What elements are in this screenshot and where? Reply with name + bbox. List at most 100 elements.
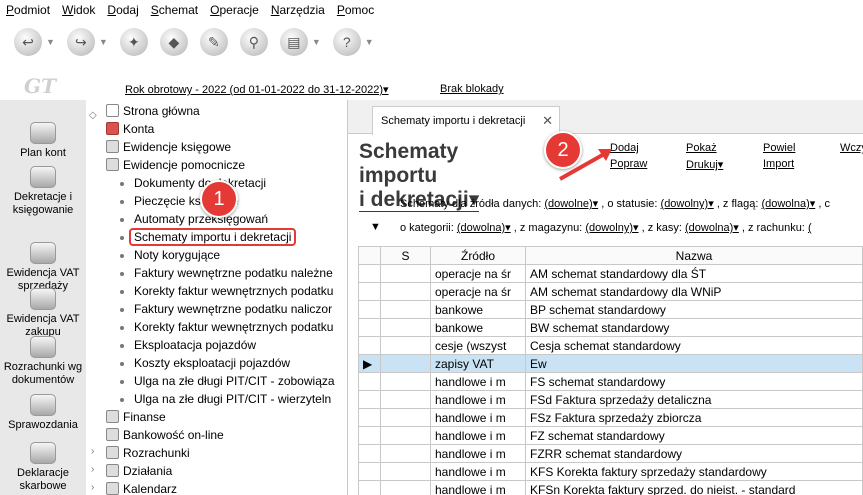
cell-status [380, 264, 431, 283]
table-row[interactable]: handlowe i m KFS Korekta faktury sprzedaż… [358, 462, 863, 481]
tree-item-label: Automaty przeksięgowań [134, 212, 269, 226]
chevron-right-icon[interactable]: › [91, 464, 94, 475]
paperclip-icon [30, 166, 56, 188]
menu-item-0[interactable]: Podmiot [6, 3, 50, 17]
tree-item[interactable]: Dokumenty do dekretacji [120, 174, 266, 192]
tree-item[interactable]: Noty korygujące [120, 246, 220, 264]
menu-item-1[interactable]: Widok [62, 3, 95, 17]
table-row[interactable]: cesje (wszyst Cesja schemat standardowy [358, 336, 863, 355]
table-row[interactable]: operacje na śr AM schemat standardowy dla… [358, 264, 863, 283]
table-row[interactable]: bankowe BP schemat standardowy [358, 300, 863, 319]
module-button-6[interactable]: Deklaracje skarbowe [0, 442, 86, 493]
chevron-right-icon[interactable]: › [91, 482, 94, 493]
table-row[interactable]: handlowe i m KFSn Korekta faktury sprzed.… [358, 480, 863, 495]
filter-dropdown[interactable]: (dowolne)▾ [544, 198, 598, 210]
toolbar-button-3[interactable]: ◆ [159, 28, 188, 56]
cell-name: FS schemat standardowy [525, 372, 863, 391]
module-button-5[interactable]: Sprawozdania [0, 394, 86, 432]
tree-item[interactable]: Rozrachunki [106, 444, 190, 462]
chevron-down-icon[interactable]: ▼ [312, 37, 321, 47]
menu-item-2[interactable]: Dodaj [107, 3, 138, 17]
tree-item[interactable]: Automaty przeksięgowań [120, 210, 268, 228]
table-row[interactable]: handlowe i m FZ schemat standardowy [358, 426, 863, 445]
chevron-down-icon[interactable]: ▼ [99, 37, 108, 47]
tree-item[interactable]: Korekty faktur wewnętrznych podatku [120, 318, 333, 336]
filter-dropdown[interactable]: (dowolna)▾ [685, 222, 739, 234]
binoculars-icon: ⚲ [239, 28, 268, 56]
tab-schematy[interactable]: Schematy importu i dekretacji ✕ [372, 106, 560, 135]
expand-filters-icon[interactable]: ▼ [370, 221, 381, 233]
tree-item[interactable]: Strona główna [106, 102, 200, 120]
forward-icon: ↪ [66, 28, 95, 56]
print-button[interactable]: Drukuj▾ [686, 158, 723, 171]
help-icon: ? [332, 28, 361, 56]
cell-name: Cesja schemat standardowy [525, 336, 863, 355]
tree-item-label: Korekty faktur wewnętrznych podatku [134, 284, 334, 298]
tree-item[interactable]: Ewidencje pomocnicze [106, 156, 245, 174]
tree-item[interactable]: Kalendarz [106, 480, 177, 495]
table-row[interactable]: operacje na śr AM schemat standardowy dla… [358, 282, 863, 301]
filter-dropdown[interactable]: (dowolna)▾ [761, 198, 815, 210]
tree-item[interactable]: Korekty faktur wewnętrznych podatku [120, 282, 333, 300]
lock-status-link[interactable]: Brak blokady [440, 83, 504, 95]
filter-dropdown[interactable]: (dowolny)▾ [661, 198, 714, 210]
cell-status [380, 282, 431, 301]
module-button-1[interactable]: Dekretacje i księgowanie [0, 166, 86, 217]
toolbar-button-6[interactable]: ▤ ▼ [279, 28, 321, 56]
import-button[interactable]: Import [763, 158, 794, 170]
load-button[interactable]: Wczy [840, 142, 863, 154]
module-button-3[interactable]: Ewidencja VAT zakupu [0, 288, 86, 339]
table-header-row: S Źródło Nazwa [358, 246, 863, 265]
toolbar-button-2[interactable]: ✦ [119, 28, 148, 56]
tree-item[interactable]: Ewidencje księgowe [106, 138, 231, 156]
duplicate-button[interactable]: Powiel [763, 142, 795, 154]
filter-dropdown[interactable]: ( [808, 222, 812, 234]
tree-item[interactable]: Schematy importu i dekretacji [120, 228, 297, 246]
column-header-marker[interactable] [358, 246, 381, 265]
menu-item-3[interactable]: Schemat [151, 3, 198, 17]
close-icon[interactable]: ✕ [542, 107, 553, 135]
tree-item[interactable]: Ulga na złe długi PIT/CIT - zobowiąza [120, 372, 335, 390]
tree-item[interactable]: Faktury wewnętrzne podatku naliczor [120, 300, 332, 318]
tree-item[interactable]: Eksploatacja pojazdów [120, 336, 256, 354]
menu-item-6[interactable]: Pomoc [337, 3, 374, 17]
tree-item[interactable]: Konta [106, 120, 154, 138]
pin-icon[interactable]: ◇ [89, 110, 97, 121]
show-button[interactable]: Pokaż [686, 142, 717, 154]
menu-item-5[interactable]: Narzędzia [271, 3, 325, 17]
filter-dropdown[interactable]: (dowolny)▾ [585, 222, 638, 234]
column-header-name[interactable]: Nazwa [525, 246, 863, 265]
module-button-4[interactable]: Rozrachunki wg dokumentów [0, 336, 86, 387]
module-button-2[interactable]: Ewidencja VAT sprzedaży [0, 242, 86, 293]
tree-item[interactable]: Koszty eksploatacji pojazdów [120, 354, 290, 372]
table-row[interactable]: ▶ zapisy VAT Ew [358, 354, 863, 373]
toolbar-button-4[interactable]: ✎ [199, 28, 228, 56]
filter-dropdown[interactable]: (dowolna)▾ [457, 222, 511, 234]
table-row[interactable]: handlowe i m FZRR schemat standardowy [358, 444, 863, 463]
table-row[interactable]: handlowe i m FS schemat standardowy [358, 372, 863, 391]
chevron-down-icon[interactable]: ▼ [46, 37, 55, 47]
tree-item-label: Ewidencje księgowe [123, 140, 232, 154]
tree-item[interactable]: Ulga na złe długi PIT/CIT - wierzyteln [120, 390, 331, 408]
module-button-0[interactable]: Plan kont [0, 122, 86, 160]
toolbar-button-7[interactable]: ? ▼ [332, 28, 374, 56]
toolbar-button-5[interactable]: ⚲ [239, 28, 268, 56]
column-header-source[interactable]: Źródło [430, 246, 526, 265]
menu-item-4[interactable]: Operacje [210, 3, 259, 17]
filter-label: , z rachunku: [741, 222, 805, 234]
row-marker [358, 372, 381, 391]
table-row[interactable]: handlowe i m FSd Faktura sprzedaży detali… [358, 390, 863, 409]
tree-item[interactable]: Finanse [106, 408, 166, 426]
chevron-right-icon[interactable]: › [91, 446, 94, 457]
chevron-down-icon[interactable]: ▼ [365, 37, 374, 47]
tree-item[interactable]: Bankowość on-line [106, 426, 224, 444]
navigation-tree: ◇ Strona główna Konta Ewidencje księgowe Ew… [86, 100, 348, 495]
tree-item[interactable]: Działania [106, 462, 172, 480]
fiscal-year-selector[interactable]: Rok obrotowy - 2022 (od 01-01-2022 do 31… [125, 83, 389, 96]
toolbar-button-1[interactable]: ↪ ▼ [66, 28, 108, 56]
table-row[interactable]: handlowe i m FSz Faktura sprzedaży zbiorc… [358, 408, 863, 427]
tree-item[interactable]: Faktury wewnętrzne podatku należne [120, 264, 333, 282]
table-row[interactable]: bankowe BW schemat standardowy [358, 318, 863, 337]
column-header-s[interactable]: S [380, 246, 431, 265]
toolbar-button-0[interactable]: ↩ ▼ [14, 28, 55, 56]
